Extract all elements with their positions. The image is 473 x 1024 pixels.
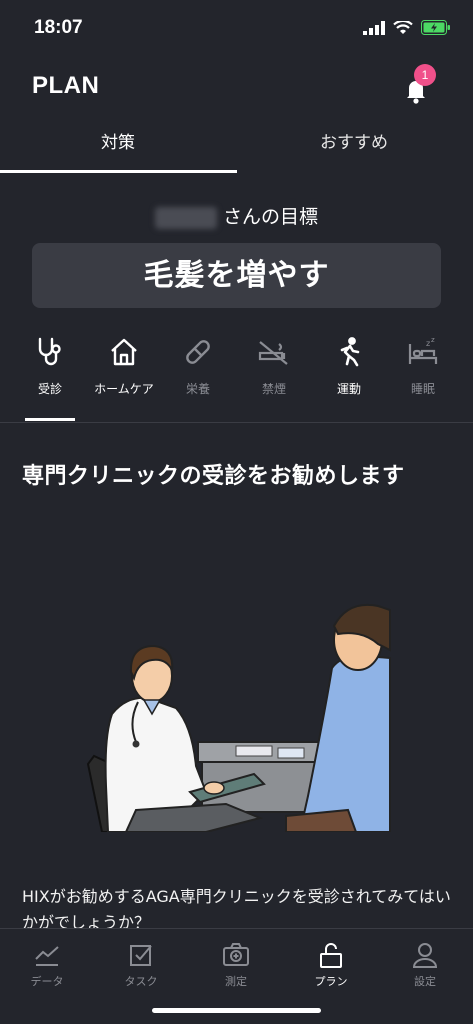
svg-text:z: z [431,336,435,344]
home-icon [111,338,137,366]
category-consultation[interactable]: 受診 [8,332,92,422]
category-label: 睡眠 [410,382,435,396]
goal-owner: さんの目標 [0,202,473,229]
status-icons [363,20,451,35]
category-label: 栄養 [185,382,210,396]
doctor-consultation-illustration [86,604,391,832]
unlock-icon [320,943,342,968]
chart-icon [35,946,59,966]
status-bar: 18:07 [0,0,473,56]
nav-settings[interactable]: 設定 [378,937,472,989]
nav-label: 測定 [225,975,247,988]
notification-badge: 1 [414,64,436,86]
tab-measures[interactable]: 対策 [0,120,236,172]
nav-measure[interactable]: 測定 [189,937,283,989]
stethoscope-icon [38,337,61,366]
category-label: 禁煙 [261,382,286,396]
camera-icon [223,943,249,966]
header: PLAN [0,56,473,120]
checkbox-icon [130,945,152,966]
category-no-smoking[interactable]: 禁煙 [232,332,316,422]
divider [0,422,473,423]
nav-label: タスク [124,975,158,988]
category-home-care[interactable]: ホームケア [82,332,166,422]
home-indicator [152,1008,321,1013]
nav-task[interactable]: タスク [94,937,188,989]
wifi-icon [393,20,413,34]
category-active-indicator [25,418,75,421]
nav-data[interactable]: データ [0,937,94,989]
nav-label: プラン [314,975,348,988]
svg-text:z: z [426,339,430,348]
goal-title: 毛髪を増やす [32,243,441,308]
category-label: 運動 [336,382,361,396]
category-exercise[interactable]: 運動 [307,332,391,422]
category-bar: 受診 ホームケア 栄養 禁煙 運動 z z 睡眠 [0,332,473,424]
nav-label: データ [30,975,64,988]
signal-icon [363,20,385,35]
battery-icon [421,20,450,35]
running-icon [340,337,360,367]
blurred-username [154,206,217,229]
category-sleep[interactable]: z z 睡眠 [381,332,465,422]
page-title: PLAN [32,72,100,99]
pill-icon [186,340,210,364]
nav-label: 設定 [414,975,436,988]
section-title: 専門クリニックの受診をお勧めします [22,464,405,489]
tab-active-indicator [0,170,237,173]
nav-plan[interactable]: プラン [284,937,378,989]
status-time: 18:07 [34,17,83,38]
tab-bar: 対策 おすすめ [0,120,473,176]
sleep-icon: z z [408,336,438,364]
category-label: 受診 [37,382,62,396]
no-smoking-icon [258,341,288,365]
tab-recommended[interactable]: おすすめ [236,120,472,172]
goal-owner-label: さんの目標 [222,206,318,228]
person-icon [412,943,438,968]
category-nutrition[interactable]: 栄養 [156,332,240,422]
category-label: ホームケア [94,382,154,396]
